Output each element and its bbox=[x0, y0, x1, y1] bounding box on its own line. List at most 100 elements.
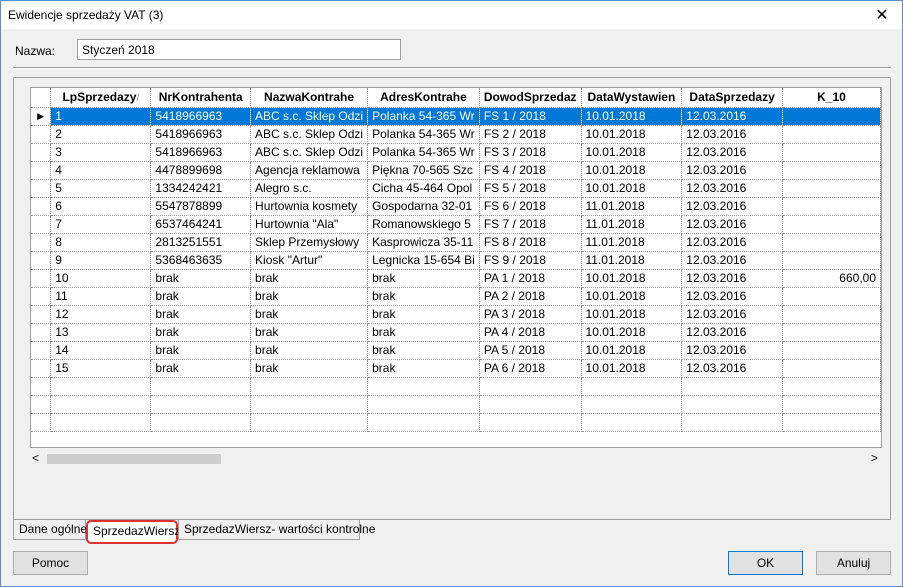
table-cell[interactable]: 12.03.2016 bbox=[681, 269, 783, 288]
table-row[interactable]: 13 brak brak brak PA 4 / 2018 10.01.2018 12.03… bbox=[31, 323, 881, 342]
table-cell[interactable]: FS 3 / 2018 bbox=[479, 143, 582, 162]
table-cell[interactable]: brak bbox=[150, 341, 252, 360]
table-cell[interactable] bbox=[681, 377, 783, 396]
table-cell[interactable]: 10.01.2018 bbox=[581, 179, 683, 198]
table-cell[interactable] bbox=[782, 107, 881, 126]
table-cell[interactable]: PA 5 / 2018 bbox=[479, 341, 582, 360]
table-cell[interactable]: Polanka 54-365 Wr bbox=[367, 107, 480, 126]
table-cell[interactable]: 12.03.2016 bbox=[681, 233, 783, 252]
table-cell[interactable]: Cicha 45-464 Opol bbox=[367, 179, 480, 198]
table-cell[interactable] bbox=[150, 395, 252, 414]
table-cell[interactable]: 11 bbox=[50, 287, 152, 306]
table-cell[interactable]: 12.03.2016 bbox=[681, 215, 783, 234]
table-cell[interactable] bbox=[367, 395, 480, 414]
table-cell[interactable]: brak bbox=[367, 359, 480, 378]
ok-button[interactable]: OK bbox=[728, 551, 803, 575]
table-cell[interactable]: Piękna 70-565 Szc bbox=[367, 161, 480, 180]
table-cell[interactable]: 10.01.2018 bbox=[581, 323, 683, 342]
table-row[interactable]: ▶ 1 5418966963 ABC s.c. Sklep Odzi Polanka 5… bbox=[31, 107, 881, 126]
row-indicator[interactable] bbox=[31, 305, 52, 324]
table-cell[interactable]: 12.03.2016 bbox=[681, 197, 783, 216]
table-cell[interactable]: 12.03.2016 bbox=[681, 143, 783, 162]
table-cell[interactable] bbox=[782, 341, 881, 360]
table-cell[interactable]: 11.01.2018 bbox=[581, 233, 683, 252]
table-cell[interactable]: Agencja reklamowa bbox=[250, 161, 369, 180]
table-cell[interactable]: Hurtownia "Ala" bbox=[250, 215, 369, 234]
table-cell[interactable]: Polanka 54-365 Wr bbox=[367, 125, 480, 144]
row-indicator[interactable] bbox=[31, 233, 52, 252]
tab-dane-ogolne[interactable]: Dane ogólne bbox=[13, 520, 87, 540]
table-cell[interactable] bbox=[782, 251, 881, 270]
table-cell[interactable]: PA 4 / 2018 bbox=[479, 323, 582, 342]
table-cell[interactable] bbox=[782, 179, 881, 198]
table-cell[interactable]: 11.01.2018 bbox=[581, 215, 683, 234]
table-cell[interactable]: Kiosk "Artur" bbox=[250, 251, 369, 270]
table-cell[interactable]: brak bbox=[150, 305, 252, 324]
table-cell[interactable]: 12.03.2016 bbox=[681, 287, 783, 306]
table-cell[interactable]: 2 bbox=[50, 125, 152, 144]
table-row[interactable]: 5 1334242421 Alegro s.c. Cicha 45-464 Opol F… bbox=[31, 179, 881, 198]
table-cell[interactable]: brak bbox=[150, 287, 252, 306]
table-cell[interactable]: FS 1 / 2018 bbox=[479, 107, 582, 126]
table-cell[interactable]: Kasprowicza 35-11 bbox=[367, 233, 480, 252]
table-cell[interactable]: PA 6 / 2018 bbox=[479, 359, 582, 378]
table-cell[interactable] bbox=[782, 161, 881, 180]
help-button[interactable]: Pomoc bbox=[13, 551, 88, 575]
table-cell[interactable] bbox=[782, 143, 881, 162]
table-cell[interactable] bbox=[782, 287, 881, 306]
table-cell[interactable]: Polanka 54-365 Wr bbox=[367, 143, 480, 162]
table-row[interactable]: 3 5418966963 ABC s.c. Sklep Odzi Polanka 54… bbox=[31, 143, 881, 162]
table-cell[interactable]: brak bbox=[367, 287, 480, 306]
row-indicator[interactable] bbox=[31, 161, 52, 180]
row-indicator[interactable] bbox=[31, 179, 52, 198]
table-cell[interactable] bbox=[782, 125, 881, 144]
table-row[interactable]: 6 5547878899 Hurtownia kosmety Gospodarna 3… bbox=[31, 197, 881, 216]
table-cell[interactable]: 4 bbox=[50, 161, 152, 180]
table-cell[interactable] bbox=[782, 215, 881, 234]
table-cell[interactable]: 10.01.2018 bbox=[581, 107, 683, 126]
table-cell[interactable]: brak bbox=[367, 305, 480, 324]
table-cell[interactable]: 10.01.2018 bbox=[581, 359, 683, 378]
table-cell[interactable]: 6 bbox=[50, 197, 152, 216]
table-cell[interactable]: 12.03.2016 bbox=[681, 323, 783, 342]
column-header[interactable]: AdresKontrahe bbox=[367, 88, 480, 108]
table-cell[interactable]: 10.01.2018 bbox=[581, 341, 683, 360]
table-cell[interactable]: 10.01.2018 bbox=[581, 305, 683, 324]
table-cell[interactable]: 2813251551 bbox=[150, 233, 252, 252]
data-grid[interactable]: LpSprzedazy/NrKontrahenta NazwaKontrahe Ad… bbox=[30, 87, 882, 448]
table-cell[interactable] bbox=[150, 377, 252, 396]
table-cell[interactable] bbox=[782, 233, 881, 252]
table-cell[interactable] bbox=[782, 359, 881, 378]
table-cell[interactable]: ABC s.c. Sklep Odzi bbox=[250, 107, 369, 126]
tab-wartosci-kontrolne[interactable]: SprzedazWiersz- wartości kontrolne bbox=[178, 520, 375, 540]
table-cell[interactable]: 10.01.2018 bbox=[581, 125, 683, 144]
table-cell[interactable]: 10.01.2018 bbox=[581, 161, 683, 180]
column-header[interactable]: DowodSprzedaz bbox=[479, 88, 582, 108]
table-row[interactable]: 7 6537464241 Hurtownia "Ala" Romanowskiego … bbox=[31, 215, 881, 234]
table-cell[interactable]: brak bbox=[250, 287, 369, 306]
table-cell[interactable] bbox=[250, 413, 369, 432]
table-cell[interactable]: 1 bbox=[50, 107, 152, 126]
table-cell[interactable] bbox=[581, 377, 683, 396]
column-header[interactable]: DataSprzedazy bbox=[681, 88, 783, 108]
table-cell[interactable] bbox=[250, 395, 369, 414]
table-cell[interactable]: 7 bbox=[50, 215, 152, 234]
table-cell[interactable] bbox=[367, 377, 480, 396]
table-cell[interactable]: brak bbox=[250, 269, 369, 288]
table-cell[interactable]: 10.01.2018 bbox=[581, 143, 683, 162]
table-cell[interactable] bbox=[31, 413, 52, 432]
table-cell[interactable]: 11.01.2018 bbox=[581, 197, 683, 216]
table-cell[interactable]: FS 6 / 2018 bbox=[479, 197, 582, 216]
scrollbar-thumb[interactable] bbox=[47, 454, 221, 464]
table-cell[interactable]: 11.01.2018 bbox=[581, 251, 683, 270]
table-cell[interactable]: 14 bbox=[50, 341, 152, 360]
row-indicator[interactable] bbox=[31, 251, 52, 270]
table-cell[interactable]: PA 1 / 2018 bbox=[479, 269, 582, 288]
row-indicator[interactable] bbox=[31, 359, 52, 378]
table-cell[interactable]: ABC s.c. Sklep Odzi bbox=[250, 125, 369, 144]
table-cell[interactable]: Gospodarna 32-01 bbox=[367, 197, 480, 216]
cancel-button[interactable]: Anuluj bbox=[816, 551, 891, 575]
table-cell[interactable]: FS 8 / 2018 bbox=[479, 233, 582, 252]
table-cell[interactable]: 5418966963 bbox=[150, 143, 252, 162]
table-cell[interactable]: 12.03.2016 bbox=[681, 161, 783, 180]
